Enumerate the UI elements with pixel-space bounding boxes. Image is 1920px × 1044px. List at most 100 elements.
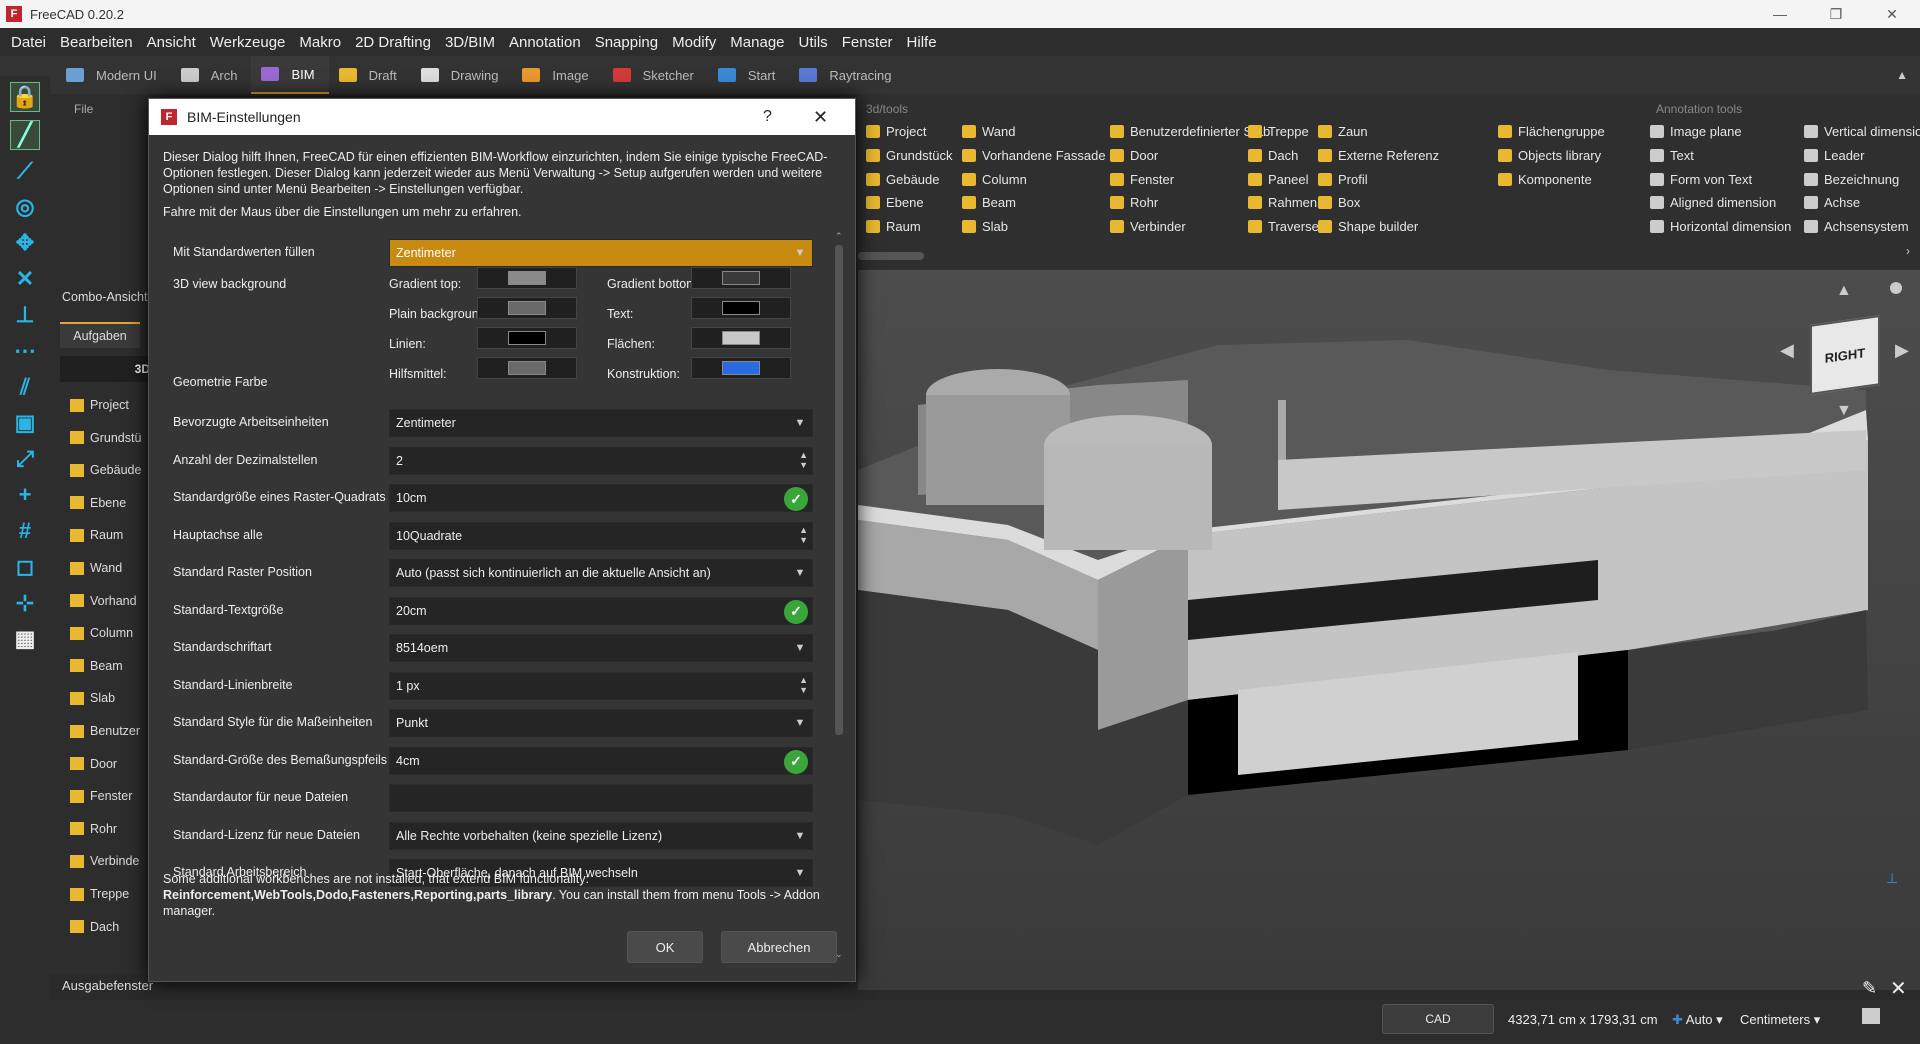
menu-item[interactable]: Hilfe [900,34,944,51]
tool-list-item[interactable]: Vorhand [70,594,137,608]
spinbox[interactable]: 2 ▲ ▼ [389,446,813,475]
help-button[interactable]: ? [763,108,772,126]
menu-item[interactable]: Makro [292,34,348,51]
text-input[interactable] [389,784,813,812]
ribbon-button[interactable]: Fenster [1110,172,1174,187]
menu-item[interactable]: Ansicht [140,34,203,51]
tool-list-item[interactable]: Raum [70,528,123,542]
workbench-tab[interactable]: BIM [251,56,329,94]
more-tools-icon[interactable]: ⋯ [10,336,40,366]
line-tool-icon[interactable]: ╱ [10,120,40,150]
ribbon-button[interactable]: Leader [1804,148,1864,163]
tool-list-item[interactable]: Door [70,757,117,771]
unit-dropdown[interactable]: Centimeters ▾ [1740,1012,1820,1028]
extend-tool-icon[interactable]: ⤢ [10,444,40,474]
ribbon-button[interactable]: Rahmen [1248,195,1317,210]
tool-list-item[interactable]: Fenster [70,789,132,803]
snap-auto-dropdown[interactable]: ✚ Auto ▾ [1672,1012,1723,1028]
tool-list-item[interactable]: Dach [70,920,119,934]
ribbon-button[interactable]: Column [962,172,1027,187]
scroll-up-icon[interactable]: ⌃ [835,231,843,242]
ribbon-button[interactable]: Achse [1804,195,1860,210]
cube-tool-icon[interactable]: ▣ [10,408,40,438]
parallel-tool-icon[interactable]: ⫽ [10,372,40,402]
dropdown[interactable]: Zentimeter ▼ [389,409,813,437]
scrollbar-thumb[interactable] [835,245,843,735]
ribbon-button[interactable]: Treppe [1248,124,1309,139]
menu-item[interactable]: 3D/BIM [438,34,502,51]
spinbox[interactable]: 10Quadrate ▲ ▼ [389,521,813,550]
output-window-label[interactable]: Ausgabefenster [62,978,153,993]
ribbon-button[interactable]: Door [1110,148,1158,163]
minimize-button[interactable]: — [1752,0,1808,28]
ribbon-button[interactable]: Wand [962,124,1015,139]
menu-item[interactable]: Manage [723,34,791,51]
menu-item[interactable]: Fenster [835,34,900,51]
close-window-button[interactable]: ✕ [1864,0,1920,28]
ribbon-button[interactable]: Ebene [866,195,924,210]
tool-list-item[interactable]: Grundstü [70,431,141,445]
menu-item[interactable]: Modify [665,34,723,51]
cancel-button[interactable]: Abbrechen [721,931,837,963]
ribbon-button[interactable]: Vorhandene Fassade [962,148,1106,163]
ribbon-scrollbar[interactable] [858,252,924,260]
ribbon-button[interactable]: Paneel [1248,172,1308,187]
color-button-gradient_bottom[interactable] [691,267,791,289]
tool-list-item[interactable]: Benutzer [70,724,140,738]
ribbon-button[interactable]: Raum [866,219,921,234]
tool-list-item[interactable]: Verbinde [70,854,139,868]
dropdown[interactable]: Alle Rechte vorbehalten (keine spezielle… [389,821,813,850]
tool-list-item[interactable]: Treppe [70,887,129,901]
tool-list-item[interactable]: Gebäude [70,463,141,477]
ribbon-scroll-right-icon[interactable]: › [1906,244,1910,258]
color-button-text[interactable] [691,297,791,319]
monitor-icon[interactable] [1862,1008,1880,1024]
tool-list-item[interactable]: Rohr [70,822,117,836]
tool-list-item[interactable]: Beam [70,659,123,673]
cad-navigation-button[interactable]: CAD [1382,1004,1494,1034]
ribbon-button[interactable]: Shape builder [1318,219,1418,234]
workbench-tab[interactable]: Drawing [411,56,513,94]
ribbon-button[interactable]: Zaun [1318,124,1368,139]
color-button-hilfsmittel[interactable] [477,357,577,379]
move-tool-icon[interactable]: ✥ [10,228,40,258]
3d-viewport[interactable] [858,270,1920,990]
quantity-input[interactable]: 20cm ✓ [389,596,813,625]
circle-tool-icon[interactable]: ◎ [10,192,40,222]
ribbon-button[interactable]: Achsensystem [1804,219,1909,234]
dropdown[interactable]: Punkt ▼ [389,709,813,737]
ribbon-button[interactable]: Flächengruppe [1498,124,1605,139]
ribbon-button[interactable]: Form von Text [1650,172,1752,187]
ribbon-button[interactable]: Traverse [1248,219,1319,234]
tool-list-item[interactable]: Wand [70,561,122,575]
ribbon-button[interactable]: Profil [1318,172,1368,187]
menu-item[interactable]: Werkzeuge [203,34,293,51]
ok-button[interactable]: OK [627,931,703,963]
tool-list-item[interactable]: Ebene [70,496,126,510]
ribbon-button[interactable]: Horizontal dimension [1650,219,1791,234]
grid-tool-icon[interactable]: # [10,516,40,546]
color-button-flaechen[interactable] [691,327,791,349]
ribbon-button[interactable]: Grundstück [866,148,952,163]
collapse-toolbar-icon[interactable]: ▲ [1896,68,1908,82]
workbench-tab[interactable]: Draft [329,56,411,94]
ribbon-button[interactable]: Objects library [1498,148,1601,163]
dropdown[interactable]: Auto (passt sich kontinuierlich an die a… [389,559,813,587]
color-button-linien[interactable] [477,327,577,349]
workbench-tab[interactable]: Arch [171,56,252,94]
rotate-left-icon[interactable]: ◀ [1780,340,1794,361]
workbench-tab[interactable]: Sketcher [603,56,708,94]
lock-icon[interactable]: 🔒 [10,82,40,112]
pencil-icon[interactable]: ✎ [1862,978,1877,999]
rotate-right-icon[interactable]: ▶ [1895,340,1909,361]
color-button-gradient_top[interactable] [477,267,577,289]
workbench-tab[interactable]: Start [708,56,789,94]
tool-list-item[interactable]: Slab [70,691,115,705]
menu-item[interactable]: Snapping [588,34,665,51]
tool-list-item[interactable]: Column [70,626,133,640]
color-button-plain_bg[interactable] [477,297,577,319]
plus-tool-icon[interactable]: + [10,480,40,510]
cross-tool-icon[interactable]: ✕ [10,264,40,294]
square-tool-icon[interactable]: ◻ [10,552,40,582]
ribbon-button[interactable]: Image plane [1650,124,1742,139]
